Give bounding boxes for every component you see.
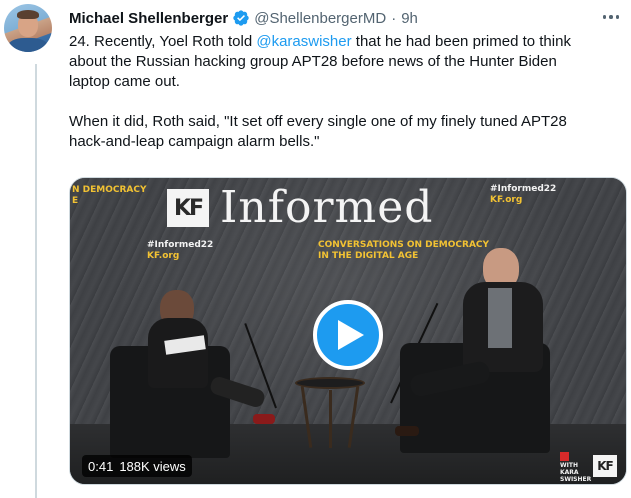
left-speaker-shoe	[253, 414, 275, 424]
video-player[interactable]: N DEMOCRACY E KF Informed #Informed22 KF…	[69, 177, 627, 485]
video-views: 188K views	[119, 458, 186, 474]
tweet-text-line: hack-and-leap campaign alarm bells."	[69, 133, 320, 150]
video-stats-badge: 0:41 188K views	[82, 455, 192, 477]
tweet-header: Michael Shellenberger @ShellenbergerMD ·…	[69, 7, 418, 29]
tweet-text-line: that he had been primed to think	[351, 33, 571, 50]
tweet-text-line: When it did, Roth said, "It set off ever…	[69, 113, 567, 130]
stage-hashtag-right: #Informed22 KF.org	[490, 184, 557, 205]
tweet-text-line: about the Russian hacking group APT28 be…	[69, 53, 557, 70]
kf-logo: KF	[167, 189, 209, 227]
author-display-name[interactable]: Michael Shellenberger	[69, 10, 228, 27]
play-icon[interactable]	[313, 300, 383, 370]
author-handle[interactable]: @ShellenbergerMD	[254, 10, 386, 27]
stage-banner-left: N DEMOCRACY E	[72, 185, 147, 206]
tweet-text-line: 24. Recently, Yoel Roth told	[69, 33, 257, 50]
mention-link[interactable]: @karaswisher	[256, 33, 351, 50]
tweet-text: 24. Recently, Yoel Roth told @karaswishe…	[69, 32, 627, 152]
kf-corner-logo: KF	[593, 455, 617, 477]
tweet-text-line: laptop came out.	[69, 73, 180, 90]
thread-connector-line	[35, 64, 37, 498]
with-kara-swisher-logo: WITH KARA SWISHER	[560, 452, 591, 483]
tweet-timestamp[interactable]: 9h	[401, 10, 418, 27]
avatar[interactable]	[4, 4, 52, 52]
video-duration: 0:41	[88, 458, 114, 474]
right-speaker-shoe	[395, 426, 419, 436]
stage-hashtag-left: #Informed22 KF.org	[147, 240, 214, 261]
stage-subtitle: CONVERSATIONS ON DEMOCRACY IN THE DIGITA…	[318, 240, 490, 261]
verified-badge-icon	[232, 9, 250, 27]
side-table	[295, 377, 365, 389]
stage-title: Informed	[220, 182, 434, 233]
right-speaker-shirt	[488, 288, 512, 348]
more-options-icon[interactable]	[598, 6, 624, 28]
separator-dot: ·	[391, 9, 397, 27]
